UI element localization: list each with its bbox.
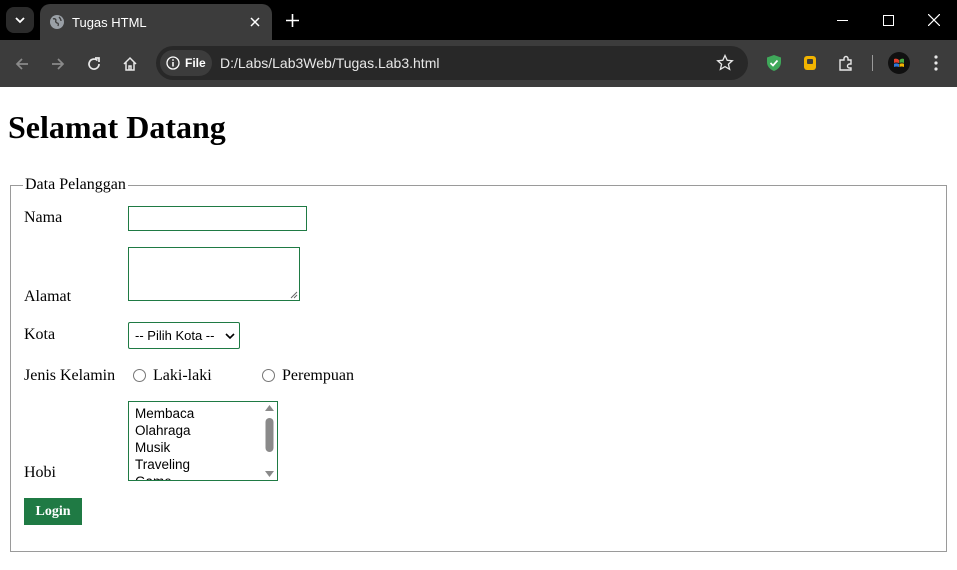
customer-data-fieldset: Data Pelanggan — [10, 176, 947, 552]
hobi-option[interactable]: Game — [129, 473, 277, 480]
hobi-option[interactable]: Olahraga — [129, 422, 277, 439]
clipboard-extension-icon[interactable] — [799, 52, 821, 74]
tab-bar: Tugas HTML — [0, 0, 957, 40]
radio-perempuan[interactable] — [262, 369, 275, 382]
close-icon — [928, 14, 940, 26]
site-info-label: File — [185, 56, 206, 70]
resize-handle-icon[interactable] — [290, 291, 298, 299]
chevron-down-icon — [15, 17, 25, 24]
alamat-label: Alamat — [24, 288, 72, 305]
page-heading: Selamat Datang — [8, 109, 226, 145]
arrow-left-icon — [15, 58, 28, 70]
minimize-button[interactable] — [819, 0, 865, 40]
hobi-label: Hobi — [24, 464, 56, 481]
toolbar-divider — [872, 55, 873, 71]
reload-button[interactable] — [80, 50, 108, 78]
forward-button[interactable] — [44, 50, 72, 78]
radio-laki-laki[interactable] — [133, 369, 146, 382]
home-icon — [123, 56, 137, 71]
chevron-down-icon — [225, 333, 235, 340]
bookmark-star-icon[interactable] — [716, 54, 734, 72]
close-window-button[interactable] — [911, 0, 957, 40]
site-info-chip[interactable]: File — [160, 50, 212, 76]
gender-label: Jenis Kelamin — [24, 367, 116, 384]
address-bar[interactable]: File D:/Labs/Lab3Web/Tugas.Lab3.html — [156, 46, 748, 80]
page-content: Selamat Datang Data Pelanggan Nama Alama… — [0, 87, 957, 570]
tab-title: Tugas HTML — [72, 14, 147, 30]
maximize-icon — [882, 14, 894, 26]
info-icon — [166, 56, 180, 70]
kota-select[interactable]: -- Pilih Kota -- — [128, 322, 240, 349]
tab-search-button[interactable] — [6, 7, 34, 33]
globe-icon — [49, 14, 65, 30]
listbox-scrollbar[interactable] — [264, 404, 275, 478]
shield-extension-icon[interactable] — [763, 52, 785, 74]
nama-label: Nama — [24, 209, 63, 226]
url-text[interactable]: D:/Labs/Lab3Web/Tugas.Lab3.html — [220, 55, 439, 71]
maximize-button[interactable] — [865, 0, 911, 40]
profile-avatar[interactable] — [888, 52, 910, 74]
home-button[interactable] — [116, 50, 144, 78]
fieldset-legend: Data Pelanggan — [25, 176, 126, 193]
reload-icon — [88, 57, 100, 70]
back-button[interactable] — [8, 50, 36, 78]
hobi-option[interactable]: Membaca — [129, 405, 277, 422]
radio-perempuan-label: Perempuan — [282, 367, 354, 384]
nama-input[interactable] — [128, 206, 307, 231]
menu-kebab-icon[interactable] — [925, 52, 947, 74]
plus-icon — [285, 13, 299, 27]
hobi-listbox[interactable]: Membaca Olahraga Musik Traveling Game — [128, 401, 278, 481]
login-button[interactable]: Login — [24, 498, 82, 525]
kota-label: Kota — [24, 326, 56, 343]
kota-selected-value: -- Pilih Kota -- — [135, 328, 215, 343]
new-tab-button[interactable] — [280, 8, 304, 32]
hobi-option[interactable]: Traveling — [129, 456, 277, 473]
browser-tab[interactable]: Tugas HTML — [40, 4, 272, 40]
puzzle-extensions-icon[interactable] — [835, 52, 857, 74]
hobi-option[interactable]: Musik — [129, 439, 277, 456]
radio-laki-laki-label: Laki-laki — [153, 367, 212, 384]
close-tab-icon[interactable] — [242, 9, 268, 35]
alamat-textarea[interactable] — [128, 247, 300, 301]
browser-toolbar: File D:/Labs/Lab3Web/Tugas.Lab3.html — [0, 40, 957, 87]
minimize-icon — [836, 19, 848, 21]
arrow-right-icon — [52, 58, 65, 70]
